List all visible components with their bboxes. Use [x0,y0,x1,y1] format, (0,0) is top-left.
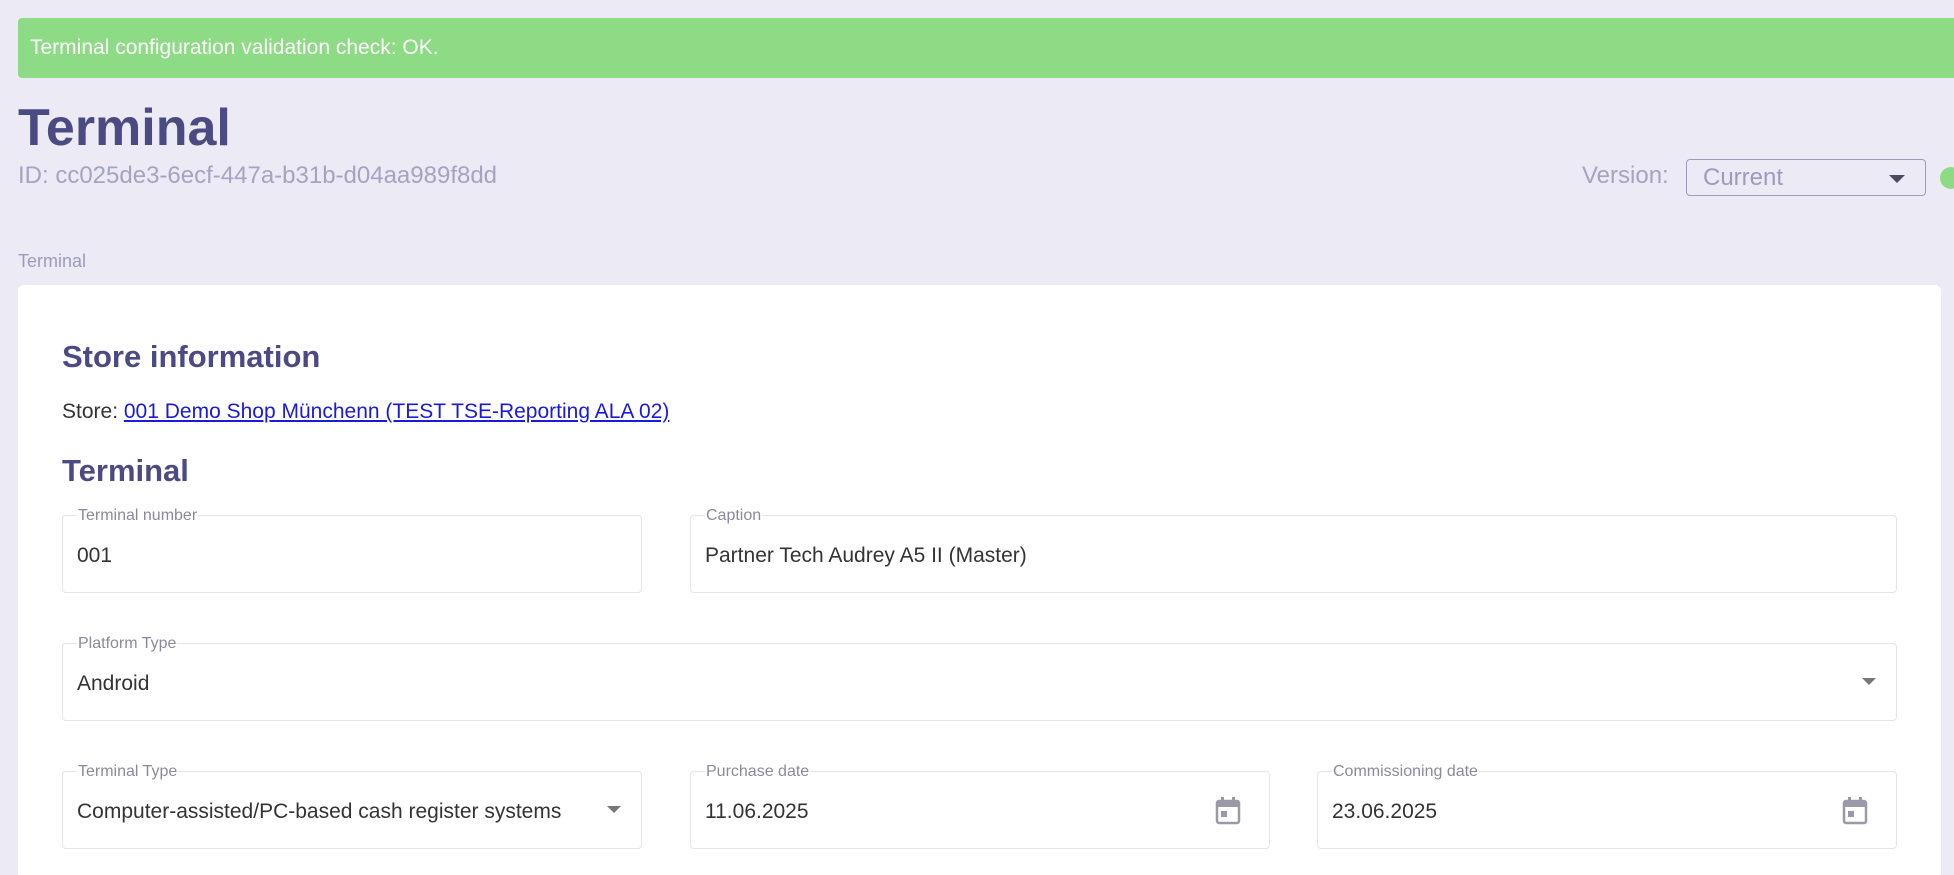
validation-alert: Terminal configuration validation check:… [18,18,1954,78]
version-select-value: Current [1703,164,1784,191]
commissioning-date-label: Commissioning date [1332,763,1479,781]
validation-alert-message: Terminal configuration validation check:… [30,36,439,59]
platform-type-label: Platform Type [77,635,178,653]
terminal-card: Store information Store: 001 Demo Shop M… [18,285,1941,875]
store-link[interactable]: 001 Demo Shop Münchenn (TEST TSE-Reporti… [124,400,670,423]
terminal-heading: Terminal [62,453,189,488]
caption-field[interactable]: Caption Partner Tech Audrey A5 II (Maste… [690,507,1897,593]
terminal-number-value: 001 [77,544,113,567]
purchase-date-field[interactable]: Purchase date 11.06.2025 [690,763,1270,849]
version-select[interactable]: Current [1686,159,1926,196]
purchase-date-value: 11.06.2025 [705,800,809,823]
purchase-date-label: Purchase date [705,763,811,781]
chevron-down-icon [1889,175,1905,183]
platform-type-value: Android [77,672,150,695]
store-prefix: Store: [62,400,119,423]
caption-value: Partner Tech Audrey A5 II (Master) [705,544,1027,567]
terminal-type-label: Terminal Type [77,763,179,781]
page-title: Terminal [18,99,231,157]
terminal-number-field[interactable]: Terminal number 001 [62,507,642,593]
store-information-heading: Store information [62,339,321,374]
calendar-icon[interactable] [1215,797,1241,825]
status-indicator [1940,167,1954,189]
terminal-type-select[interactable]: Terminal Type Computer-assisted/PC-based… [62,763,642,849]
caption-label: Caption [705,507,763,525]
store-line: Store: 001 Demo Shop Münchenn (TEST TSE-… [62,398,669,426]
terminal-type-value: Computer-assisted/PC-based cash register… [77,800,562,823]
terminal-id: ID: cc025de3-6ecf-447a-b31b-d04aa989f8dd [18,162,498,189]
section-label: Terminal [18,251,87,271]
version-label: Version: [1582,162,1669,189]
calendar-icon[interactable] [1842,797,1868,825]
terminal-number-label: Terminal number [77,507,199,525]
commissioning-date-field[interactable]: Commissioning date 23.06.2025 [1317,763,1897,849]
chevron-down-icon [1862,678,1876,685]
chevron-down-icon [607,806,621,813]
terminal-page: Terminal configuration validation check:… [0,0,1954,875]
commissioning-date-value: 23.06.2025 [1332,800,1438,823]
platform-type-select[interactable]: Platform Type Android [62,635,1897,721]
